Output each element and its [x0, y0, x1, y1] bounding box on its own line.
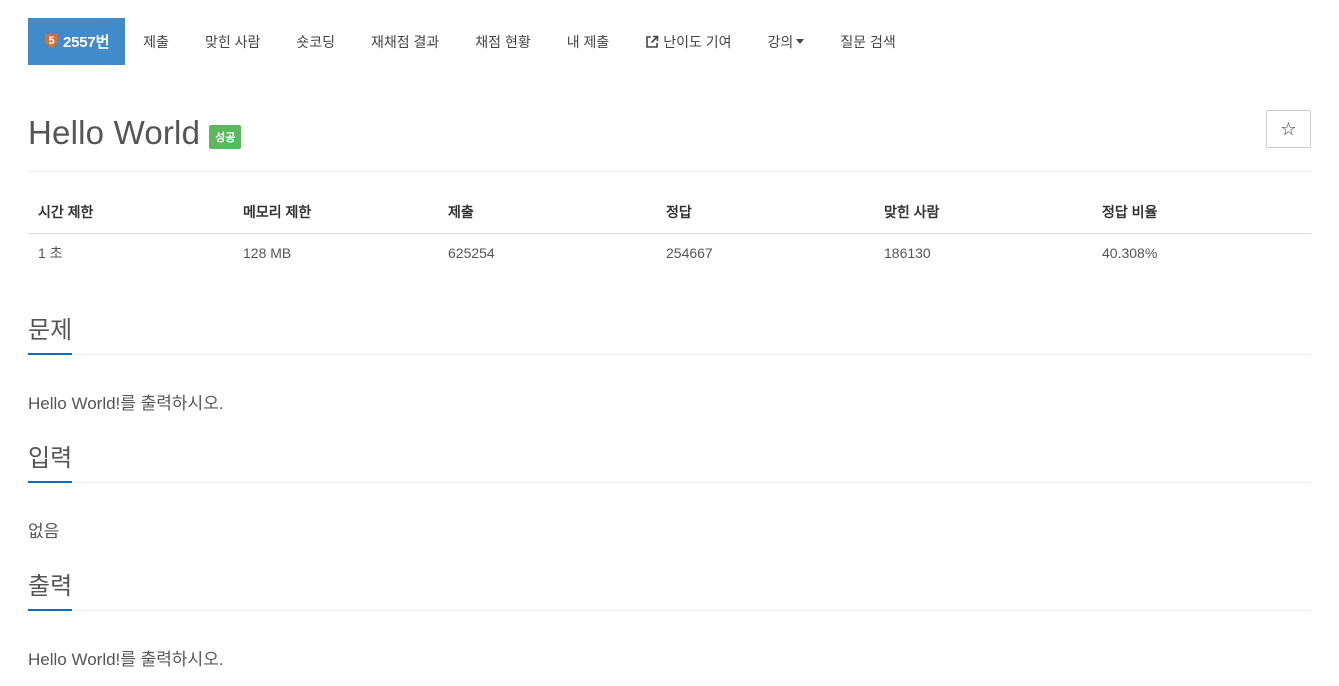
header-accepted: 정답: [656, 194, 874, 234]
nav-lectures-dropdown[interactable]: 강의: [750, 18, 823, 65]
nav-difficulty-contribution[interactable]: 난이도 기여: [627, 18, 749, 65]
problem-number-tab[interactable]: 5 2557번: [28, 18, 126, 65]
tier-level: 5: [48, 35, 55, 47]
cell-accepted: 254667: [666, 245, 713, 262]
problem-info-table: 시간 제한 메모리 제한 제출 정답 맞힌 사람 정답 비율 1 초 128 M…: [28, 194, 1311, 273]
nav-judge-status[interactable]: 채점 현황: [457, 18, 548, 65]
nav-question-search-label: 질문 검색: [840, 33, 896, 50]
external-link-icon: [646, 35, 659, 48]
problem-description-section: 문제 Hello World!를 출력하시오.: [28, 310, 1311, 414]
nav-short-coding-label: 숏코딩: [296, 33, 335, 50]
description-text: Hello World!를 출력하시오.: [28, 394, 224, 413]
nav-solved-users[interactable]: 맞힌 사람: [187, 18, 278, 65]
problem-title: Hello World: [28, 113, 201, 151]
cell-submissions: 625254: [448, 245, 495, 262]
nav-question-search[interactable]: 질문 검색: [822, 18, 913, 65]
header-memory-limit: 메모리 제한: [233, 194, 438, 234]
table-header-row: 시간 제한 메모리 제한 제출 정답 맞힌 사람 정답 비율: [28, 194, 1311, 234]
nav-submit[interactable]: 제출: [125, 18, 187, 65]
nav-lectures-label: 강의: [767, 33, 794, 50]
nav-rejudge-results[interactable]: 재채점 결과: [353, 18, 457, 65]
header-time-limit: 시간 제한: [28, 194, 233, 234]
problem-menu: 5 2557번 제출 맞힌 사람 숏코딩 재채점 결과 채점 현황 내 제출 난…: [28, 18, 1311, 65]
output-text: Hello World!를 출력하시오.: [28, 650, 224, 669]
title-divider: [28, 171, 1311, 172]
status-badge: 성공: [209, 124, 242, 149]
caret-down-icon: [796, 39, 805, 44]
nav-my-submissions[interactable]: 내 제출: [549, 18, 628, 65]
nav-my-submissions-label: 내 제출: [566, 33, 610, 50]
nav-submit-label: 제출: [143, 33, 169, 50]
cell-time-limit: 1 초: [38, 245, 63, 262]
nav-difficulty-contribution-label: 난이도 기여: [663, 33, 732, 50]
header-solved-users: 맞힌 사람: [874, 194, 1092, 234]
section-divider: [28, 482, 1311, 483]
description-heading: 문제: [28, 310, 73, 355]
nav-rejudge-results-label: 재채점 결과: [371, 33, 440, 50]
star-outline-icon: ☆: [1280, 118, 1297, 139]
header-accept-ratio: 정답 비율: [1092, 194, 1311, 234]
input-heading: 입력: [28, 438, 73, 483]
favorite-button[interactable]: ☆: [1266, 110, 1311, 148]
problem-output-section: 출력 Hello World!를 출력하시오.: [28, 566, 1311, 670]
cell-solved-users: 186130: [884, 245, 931, 262]
tier-badge-icon: 5: [44, 33, 59, 50]
nav-solved-users-label: 맞힌 사람: [204, 33, 261, 50]
cell-memory-limit: 128 MB: [243, 245, 292, 262]
output-heading: 출력: [28, 566, 73, 611]
section-divider: [28, 610, 1311, 611]
problem-page: 5 2557번 제출 맞힌 사람 숏코딩 재채점 결과 채점 현황 내 제출 난…: [0, 0, 1339, 686]
section-divider: [28, 354, 1311, 355]
problem-number: 2557번: [63, 34, 110, 51]
nav-short-coding[interactable]: 숏코딩: [278, 18, 353, 65]
input-text: 없음: [28, 522, 60, 541]
nav-judge-status-label: 채점 현황: [475, 33, 531, 50]
header-submissions: 제출: [438, 194, 656, 234]
cell-accept-ratio: 40.308%: [1102, 245, 1158, 262]
problem-input-section: 입력 없음: [28, 438, 1311, 542]
problem-header: Hello World 성공 ☆: [28, 110, 1311, 155]
table-row: 1 초 128 MB 625254 254667 186130 40.308%: [28, 233, 1311, 273]
